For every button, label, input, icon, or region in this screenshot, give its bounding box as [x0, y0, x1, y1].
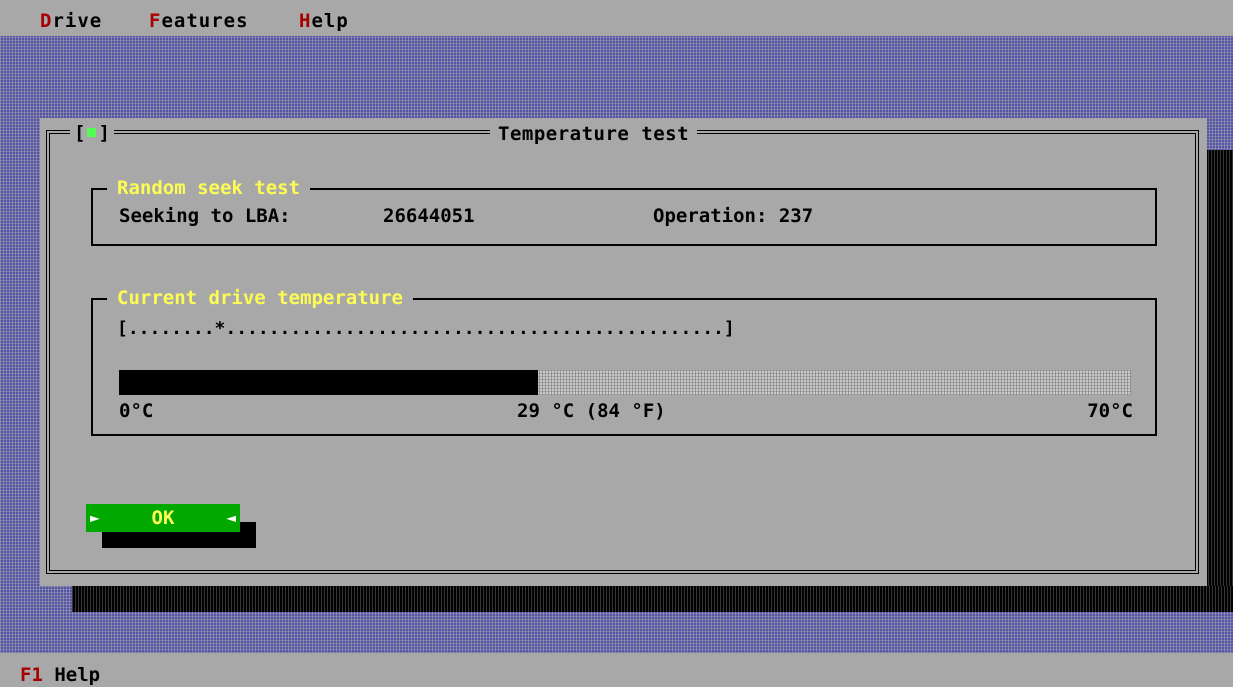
- menu-bar: Drive Features Help: [0, 0, 1233, 36]
- menu-help-label: elp: [311, 10, 349, 32]
- seeking-label: Seeking to LBA:: [119, 205, 291, 227]
- temperature-min-label: 0°C: [119, 400, 154, 422]
- drive-temperature-group-label: Current drive temperature: [107, 287, 413, 309]
- temperature-test-dialog: [] Temperature test Random seek test See…: [40, 118, 1207, 586]
- arrow-left-icon: ◄: [226, 508, 236, 527]
- temperature-scale-line: [........*..............................…: [117, 318, 735, 339]
- operation-label: Operation: 237: [653, 205, 814, 227]
- close-box-left: [: [74, 122, 86, 144]
- window-shadow-bottom: [72, 586, 1233, 612]
- menu-drive-label: rive: [52, 10, 103, 32]
- menu-features-hotkey: F: [149, 10, 162, 32]
- menu-features[interactable]: Features: [149, 10, 249, 32]
- temperature-current-label: 29 °C (84 °F): [517, 400, 666, 422]
- status-help[interactable]: F1 Help: [20, 664, 100, 686]
- status-help-hotkey: F1: [20, 664, 43, 686]
- drive-temperature-group: Current drive temperature [........*....…: [91, 287, 1157, 436]
- menu-help-hotkey: H: [299, 10, 312, 32]
- menu-drive-hotkey: D: [40, 10, 53, 32]
- close-button[interactable]: []: [70, 122, 114, 144]
- random-seek-group: Random seek test Seeking to LBA: 2664405…: [91, 177, 1157, 246]
- status-help-label: Help: [42, 664, 101, 686]
- ok-button-label: OK: [151, 507, 175, 529]
- window-title: Temperature test: [490, 123, 698, 145]
- menu-features-label: eatures: [161, 10, 249, 32]
- ok-button[interactable]: ► OK ◄: [86, 504, 240, 532]
- lba-value: 26644051: [383, 205, 475, 227]
- random-seek-group-label: Random seek test: [107, 177, 311, 199]
- window-shadow-right: [1205, 150, 1233, 610]
- status-bar: F1 Help: [0, 653, 1233, 687]
- temperature-bar-fill: [119, 370, 539, 395]
- menu-drive[interactable]: Drive: [40, 10, 102, 32]
- temperature-max-label: 70°C: [1087, 400, 1133, 422]
- temperature-bar: [119, 370, 1131, 395]
- close-box-right: ]: [98, 122, 110, 144]
- close-indicator-icon: [87, 128, 97, 137]
- menu-help[interactable]: Help: [299, 10, 349, 32]
